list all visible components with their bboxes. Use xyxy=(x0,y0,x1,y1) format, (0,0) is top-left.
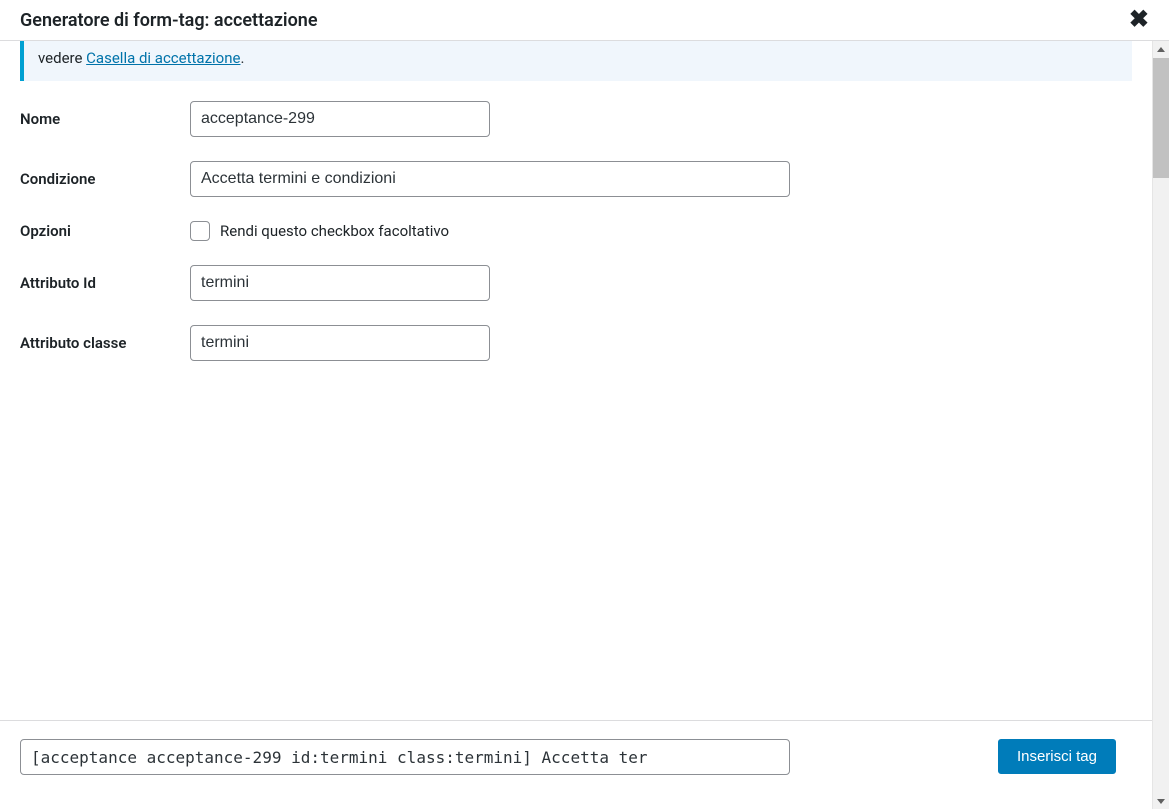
dialog-body-wrapper: vedere Casella di accettazione. Nome Con… xyxy=(0,41,1169,809)
scroll-track-area[interactable] xyxy=(1153,58,1169,792)
content-area: vedere Casella di accettazione. Nome Con… xyxy=(0,41,1152,720)
control-options: Rendi questo checkbox facoltativo xyxy=(190,221,449,241)
condition-input[interactable] xyxy=(190,161,790,197)
label-name: Nome xyxy=(20,110,190,128)
scroll-down-arrow-icon[interactable] xyxy=(1153,792,1169,809)
insert-tag-button[interactable]: Inserisci tag xyxy=(998,739,1116,774)
row-condition: Condizione xyxy=(20,161,1132,197)
row-class-attr: Attributo classe xyxy=(20,325,1132,361)
tag-output-input[interactable] xyxy=(20,739,790,775)
main-content: vedere Casella di accettazione. Nome Con… xyxy=(0,41,1152,809)
label-id-attr: Attributo Id xyxy=(20,274,190,292)
info-prefix: vedere xyxy=(38,49,86,67)
footer-area: Inserisci tag xyxy=(0,720,1152,809)
close-button[interactable]: ✖ xyxy=(1129,8,1149,32)
label-condition: Condizione xyxy=(20,170,190,188)
info-box: vedere Casella di accettazione. xyxy=(20,41,1132,81)
label-options: Opzioni xyxy=(20,222,190,240)
optional-checkbox-label: Rendi questo checkbox facoltativo xyxy=(220,222,449,240)
name-input[interactable] xyxy=(190,101,490,137)
class-attr-input[interactable] xyxy=(190,325,490,361)
scrollbar[interactable] xyxy=(1152,41,1169,809)
form-tag-dialog: Generatore di form-tag: accettazione ✖ v… xyxy=(0,0,1169,809)
label-class-attr: Attributo classe xyxy=(20,334,190,352)
scroll-thumb[interactable] xyxy=(1153,58,1169,178)
control-class-attr xyxy=(190,325,490,361)
info-link[interactable]: Casella di accettazione xyxy=(86,49,240,67)
row-options: Opzioni Rendi questo checkbox facoltativ… xyxy=(20,221,1132,241)
scroll-up-arrow-icon[interactable] xyxy=(1153,41,1169,58)
control-condition xyxy=(190,161,790,197)
close-icon: ✖ xyxy=(1129,6,1149,33)
row-id-attr: Attributo Id xyxy=(20,265,1132,301)
control-name xyxy=(190,101,490,137)
optional-checkbox[interactable] xyxy=(190,221,210,241)
id-attr-input[interactable] xyxy=(190,265,490,301)
row-name: Nome xyxy=(20,101,1132,137)
dialog-title: Generatore di form-tag: accettazione xyxy=(20,10,318,31)
control-id-attr xyxy=(190,265,490,301)
dialog-header: Generatore di form-tag: accettazione ✖ xyxy=(0,0,1169,41)
info-suffix: . xyxy=(240,49,244,67)
